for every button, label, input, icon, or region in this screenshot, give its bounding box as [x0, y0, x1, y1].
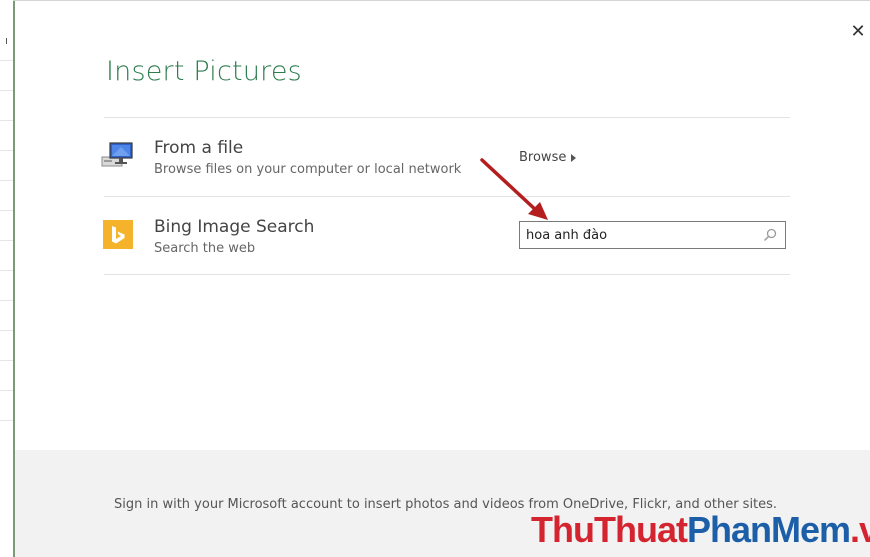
row-line [0, 90, 13, 91]
close-button[interactable]: ✕ [848, 22, 868, 42]
option-title: Bing Image Search [154, 217, 315, 237]
row-line [0, 390, 13, 391]
option-subtitle: Browse files on your computer or local n… [154, 162, 462, 177]
row-line [0, 330, 13, 331]
option-subtitle: Search the web [154, 241, 256, 256]
divider [104, 117, 790, 118]
chevron-right-icon [571, 153, 577, 162]
row-line [0, 270, 13, 271]
search-icon[interactable] [763, 228, 777, 242]
dialog-top-border [13, 0, 870, 1]
cell-mark [6, 38, 7, 44]
divider [104, 196, 790, 197]
row-line [0, 420, 13, 421]
row-line [0, 210, 13, 211]
row-line [0, 300, 13, 301]
computer-icon [101, 142, 133, 167]
row-line [0, 240, 13, 241]
watermark-part: .vn [850, 509, 870, 550]
dialog-title: Insert Pictures [106, 56, 302, 87]
row-line [0, 150, 13, 151]
watermark-part: ThuThuat [531, 509, 688, 550]
divider [104, 274, 790, 275]
row-line [0, 180, 13, 181]
row-line [0, 60, 13, 61]
spreadsheet-edge [0, 0, 15, 557]
row-line [0, 360, 13, 361]
bing-logo-icon [103, 220, 133, 249]
watermark-part: PhanMem [686, 509, 851, 550]
watermark-logo: ThuThuatPhanMem.vn [531, 508, 870, 552]
option-title: From a file [154, 138, 244, 158]
search-input[interactable] [526, 225, 756, 245]
row-line [0, 120, 13, 121]
annotation-arrow-icon [480, 158, 548, 220]
bing-b-icon [112, 225, 125, 243]
close-icon: ✕ [850, 21, 866, 42]
